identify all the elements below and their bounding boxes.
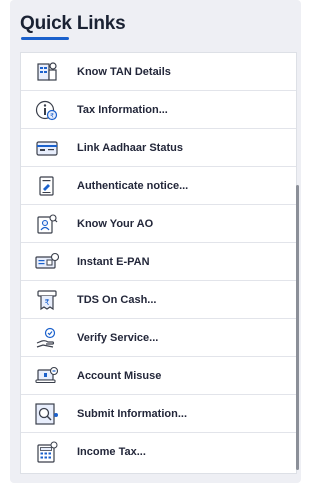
officer-search-icon	[34, 212, 60, 236]
quick-link-label: Link Aadhaar Status	[77, 142, 183, 154]
quick-link-label: TDS On Cash...	[77, 294, 157, 306]
quick-link-label: Tax Information...	[77, 104, 168, 116]
quick-link-label: Authenticate notice...	[77, 180, 189, 192]
receipt-cash-icon: ₹	[34, 288, 60, 312]
quick-link-authenticate-notice[interactable]: Authenticate notice...	[21, 167, 296, 205]
section-title: Quick Links	[20, 13, 126, 34]
quick-link-label: Instant E-PAN	[77, 256, 150, 268]
pan-card-icon	[34, 250, 60, 274]
quick-link-instant-e-pan[interactable]: Instant E-PAN	[21, 243, 296, 281]
quick-link-income-tax[interactable]: Income Tax...	[21, 433, 296, 471]
hand-verify-icon	[34, 326, 60, 350]
quick-link-label: Account Misuse	[77, 370, 162, 382]
quick-link-label: Know Your AO	[77, 218, 154, 230]
quick-link-know-tan-details[interactable]: Know TAN Details	[21, 53, 296, 91]
card-link-icon	[34, 136, 60, 160]
quick-link-link-aadhaar-status[interactable]: Link Aadhaar Status	[21, 129, 296, 167]
info-rupee-icon: ₹	[34, 98, 60, 122]
quick-link-submit-information[interactable]: Submit Information...	[21, 395, 296, 433]
list-scrollbar[interactable]	[296, 185, 299, 470]
building-id-icon	[34, 60, 60, 84]
quick-link-tax-information[interactable]: ₹ Tax Information...	[21, 91, 296, 129]
quick-link-label: Verify Service...	[77, 332, 159, 344]
svg-text:₹: ₹	[50, 113, 54, 120]
quick-link-label: Income Tax...	[77, 446, 146, 458]
svg-text:₹: ₹	[44, 298, 49, 307]
calculator-icon	[34, 440, 60, 464]
quick-link-verify-service[interactable]: Verify Service...	[21, 319, 296, 357]
quick-links-list: Know TAN Details ₹ Tax Information... Li…	[20, 52, 297, 474]
quick-link-label: Submit Information...	[77, 408, 187, 420]
laptop-alert-icon	[34, 364, 60, 388]
quick-links-header: Quick Links	[20, 10, 126, 40]
notice-document-icon	[34, 174, 60, 198]
quick-link-tds-on-cash[interactable]: ₹ TDS On Cash...	[21, 281, 296, 319]
quick-link-label: Know TAN Details	[77, 66, 171, 78]
title-underline	[21, 37, 69, 40]
quick-link-account-misuse[interactable]: Account Misuse	[21, 357, 296, 395]
search-document-icon	[34, 402, 60, 426]
quick-link-know-your-ao[interactable]: Know Your AO	[21, 205, 296, 243]
